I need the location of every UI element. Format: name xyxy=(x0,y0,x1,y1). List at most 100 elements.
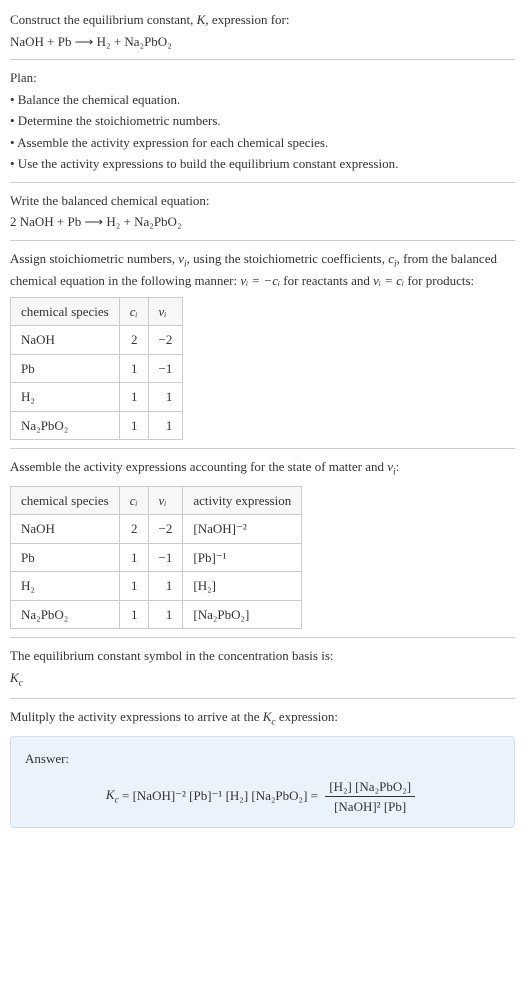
problem-header: Construct the equilibrium constant, K, e… xyxy=(10,10,515,51)
cell-species: H₂ xyxy=(11,383,120,412)
table-row: Na₂PbO₂ 1 1 xyxy=(11,411,183,440)
table-row: NaOH 2 −2 xyxy=(11,326,183,355)
activity-section: Assemble the activity expressions accoun… xyxy=(10,457,515,629)
text: for products: xyxy=(404,273,474,288)
nu-symbol: νi xyxy=(387,459,395,474)
stoich-intro: Assign stoichiometric numbers, νi, using… xyxy=(10,249,515,291)
balanced-equation: 2 NaOH + Pb ⟶ H₂ + Na₂PbO₂ xyxy=(10,212,515,232)
divider xyxy=(10,698,515,699)
cell-c: 1 xyxy=(119,354,148,383)
symbol-intro: The equilibrium constant symbol in the c… xyxy=(10,646,515,666)
text: Construct the equilibrium constant, xyxy=(10,12,197,27)
equals: = xyxy=(307,787,321,802)
answer-box: Answer: Kc = [NaOH]⁻² [Pb]⁻¹ [H₂] [Na₂Pb… xyxy=(10,736,515,828)
cell-nu: −2 xyxy=(148,515,183,544)
plan-item: • Balance the chemical equation. xyxy=(10,90,515,110)
divider xyxy=(10,637,515,638)
col-species: chemical species xyxy=(11,297,120,326)
cell-species: NaOH xyxy=(11,515,120,544)
table-header-row: chemical species cᵢ νᵢ activity expressi… xyxy=(11,486,302,515)
cell-expr: [NaOH]⁻² xyxy=(183,515,302,544)
text: , expression for: xyxy=(205,12,289,27)
symbol-section: The equilibrium constant symbol in the c… xyxy=(10,646,515,690)
c-symbol: ci xyxy=(388,251,396,266)
cell-expr: [Na₂PbO₂] xyxy=(183,600,302,629)
col-ci: cᵢ xyxy=(119,486,148,515)
equals: = xyxy=(119,787,133,802)
balanced-section: Write the balanced chemical equation: 2 … xyxy=(10,191,515,232)
cell-c: 2 xyxy=(119,515,148,544)
col-species: chemical species xyxy=(11,486,120,515)
cell-expr: [Pb]⁻¹ xyxy=(183,543,302,572)
cell-nu: −1 xyxy=(148,543,183,572)
multiply-intro: Mulitply the activity expressions to arr… xyxy=(10,707,515,730)
relation: νᵢ = −cᵢ xyxy=(240,273,280,288)
table-header-row: chemical species cᵢ νᵢ xyxy=(11,297,183,326)
answer-label: Answer: xyxy=(25,749,500,769)
cell-c: 1 xyxy=(119,600,148,629)
relation: νᵢ = cᵢ xyxy=(373,273,404,288)
unbalanced-equation: NaOH + Pb ⟶ H₂ + Na₂PbO₂ xyxy=(10,32,515,52)
table-row: NaOH 2 −2 [NaOH]⁻² xyxy=(11,515,302,544)
cell-expr: [H₂] xyxy=(183,572,302,601)
cell-species: NaOH xyxy=(11,326,120,355)
table-row: H₂ 1 1 [H₂] xyxy=(11,572,302,601)
plan-title: Plan: xyxy=(10,68,515,88)
construct-line: Construct the equilibrium constant, K, e… xyxy=(10,10,515,30)
rhs-product: [NaOH]⁻² [Pb]⁻¹ [H₂] [Na₂PbO₂] xyxy=(133,787,308,802)
Kc-symbol: Kc xyxy=(263,709,276,724)
text: expression: xyxy=(276,709,338,724)
cell-species: Pb xyxy=(11,543,120,572)
fraction-denominator: [NaOH]² [Pb] xyxy=(325,797,415,817)
cell-nu: 1 xyxy=(148,572,183,601)
cell-nu: −2 xyxy=(148,326,183,355)
Kc-symbol: Kc xyxy=(10,668,515,691)
col-ci: cᵢ xyxy=(119,297,148,326)
activity-table: chemical species cᵢ νᵢ activity expressi… xyxy=(10,486,302,630)
cell-nu: 1 xyxy=(148,383,183,412)
cell-c: 1 xyxy=(119,411,148,440)
nu-symbol: νi xyxy=(178,251,186,266)
answer-formula: Kc = [NaOH]⁻² [Pb]⁻¹ [H₂] [Na₂PbO₂] = [H… xyxy=(25,777,500,817)
Kc-symbol: Kc xyxy=(106,787,119,802)
cell-nu: −1 xyxy=(148,354,183,383)
table-row: Pb 1 −1 xyxy=(11,354,183,383)
stoich-table: chemical species cᵢ νᵢ NaOH 2 −2 Pb 1 −1… xyxy=(10,297,183,441)
divider xyxy=(10,182,515,183)
cell-c: 1 xyxy=(119,572,148,601)
stoich-section: Assign stoichiometric numbers, νi, using… xyxy=(10,249,515,441)
plan-item: • Assemble the activity expression for e… xyxy=(10,133,515,153)
col-nui: νᵢ xyxy=(148,297,183,326)
text: : xyxy=(396,459,400,474)
divider xyxy=(10,240,515,241)
table-row: H₂ 1 1 xyxy=(11,383,183,412)
cell-nu: 1 xyxy=(148,411,183,440)
plan-item: • Determine the stoichiometric numbers. xyxy=(10,111,515,131)
cell-species: H₂ xyxy=(11,572,120,601)
cell-species: Pb xyxy=(11,354,120,383)
balanced-title: Write the balanced chemical equation: xyxy=(10,191,515,211)
text: Assemble the activity expressions accoun… xyxy=(10,459,387,474)
cell-species: Na₂PbO₂ xyxy=(11,411,120,440)
plan-section: Plan: • Balance the chemical equation. •… xyxy=(10,68,515,174)
text: Mulitply the activity expressions to arr… xyxy=(10,709,263,724)
cell-c: 2 xyxy=(119,326,148,355)
col-nui: νᵢ xyxy=(148,486,183,515)
text: , using the stoichiometric coefficients, xyxy=(187,251,389,266)
cell-c: 1 xyxy=(119,543,148,572)
text: for reactants and xyxy=(280,273,373,288)
fraction: [H₂] [Na₂PbO₂][NaOH]² [Pb] xyxy=(325,777,415,817)
divider xyxy=(10,59,515,60)
fraction-numerator: [H₂] [Na₂PbO₂] xyxy=(325,777,415,798)
col-activity: activity expression xyxy=(183,486,302,515)
text: Assign stoichiometric numbers, xyxy=(10,251,178,266)
cell-nu: 1 xyxy=(148,600,183,629)
cell-c: 1 xyxy=(119,383,148,412)
divider xyxy=(10,448,515,449)
multiply-section: Mulitply the activity expressions to arr… xyxy=(10,707,515,827)
plan-item: • Use the activity expressions to build … xyxy=(10,154,515,174)
table-row: Na₂PbO₂ 1 1 [Na₂PbO₂] xyxy=(11,600,302,629)
activity-intro: Assemble the activity expressions accoun… xyxy=(10,457,515,480)
table-row: Pb 1 −1 [Pb]⁻¹ xyxy=(11,543,302,572)
cell-species: Na₂PbO₂ xyxy=(11,600,120,629)
